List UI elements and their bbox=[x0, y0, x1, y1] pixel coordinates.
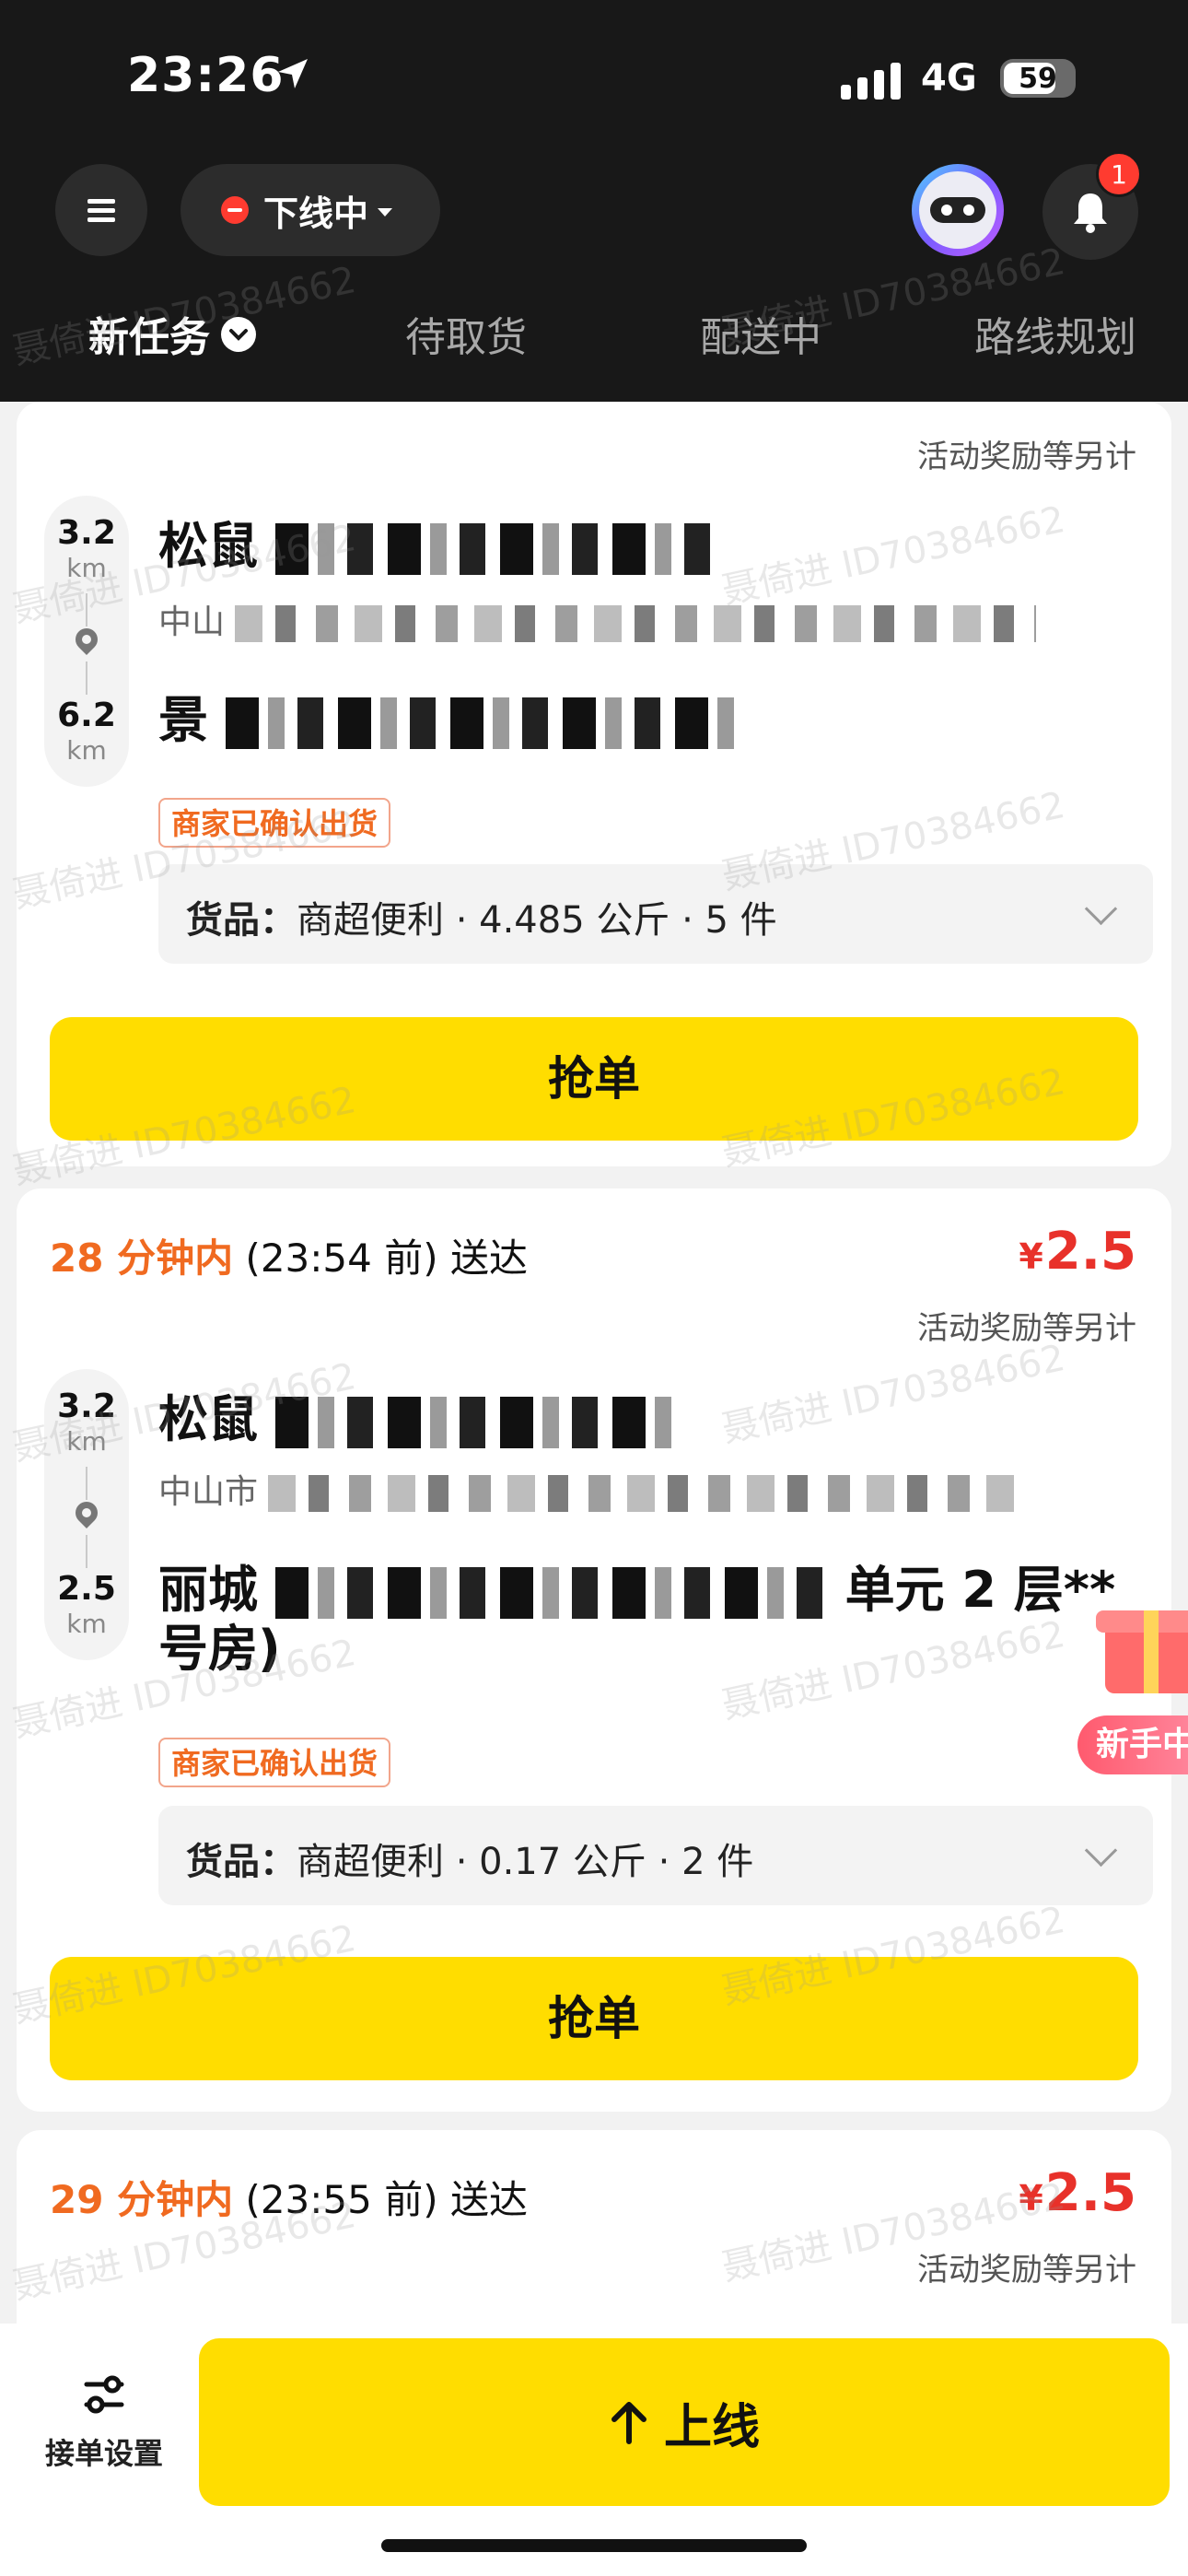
tab-route-planning[interactable]: 路线规划 bbox=[974, 304, 1136, 363]
goods-detail: 商超便利 · 0.17 公斤 · 2 件 bbox=[297, 1841, 754, 1883]
top-header: 23:26 4G 59 下线中 1 新任务 待取货 配送中 路线规划 bbox=[0, 0, 1188, 402]
online-status-dropdown[interactable]: 下线中 bbox=[181, 164, 440, 256]
arrow-up-icon bbox=[611, 2402, 646, 2444]
signal-icon bbox=[841, 63, 901, 100]
goods-detail: 商超便利 · 4.485 公斤 · 5 件 bbox=[297, 899, 777, 942]
dropoff-distance-unit: km bbox=[66, 735, 107, 766]
route-line bbox=[86, 662, 87, 695]
location-pin-icon bbox=[71, 624, 102, 655]
robot-icon bbox=[919, 171, 996, 249]
sliders-icon bbox=[84, 2375, 124, 2414]
goods-label: 货品： bbox=[186, 899, 297, 942]
goods-summary[interactable]: 货品：商超便利 · 4.485 公斤 · 5 件 bbox=[158, 864, 1153, 964]
location-arrow-icon bbox=[278, 59, 308, 88]
location-pin-icon bbox=[71, 1497, 102, 1528]
bonus-note: 活动奖励等另计 bbox=[917, 439, 1136, 475]
go-online-button[interactable]: 上线 bbox=[199, 2338, 1170, 2506]
bottom-action-bar: 接单设置 上线 bbox=[0, 2324, 1188, 2576]
menu-button[interactable] bbox=[55, 164, 147, 256]
caret-down-icon bbox=[378, 207, 393, 217]
notification-badge: 1 bbox=[1096, 151, 1142, 197]
redacted-text bbox=[274, 1567, 828, 1620]
status-time: 23:26 bbox=[127, 48, 285, 103]
pickup-address: 中山 bbox=[158, 595, 1037, 643]
goods-summary[interactable]: 货品：商超便利 · 0.17 公斤 · 2 件 bbox=[158, 1806, 1153, 1905]
goods-label: 货品： bbox=[186, 1841, 297, 1883]
dropoff-name: 景 bbox=[158, 691, 1153, 750]
eta-minutes: 28 分钟内 bbox=[50, 1235, 234, 1281]
hamburger-icon bbox=[87, 194, 115, 227]
newbie-task-badge[interactable]: 新手中 bbox=[1077, 1715, 1188, 1774]
merchant-confirmed-tag: 商家已确认出货 bbox=[158, 1738, 391, 1787]
battery-level: 59 bbox=[1019, 63, 1057, 95]
eta-time: (23:54 前) 送达 bbox=[233, 1235, 528, 1281]
dropoff-distance: 6.2 bbox=[57, 697, 116, 734]
battery-icon: 59 bbox=[1000, 59, 1076, 98]
home-indicator bbox=[381, 2539, 807, 2552]
assistant-avatar-button[interactable] bbox=[912, 164, 1004, 256]
bell-icon bbox=[1074, 193, 1107, 233]
redacted-text bbox=[225, 697, 741, 750]
bonus-note: 活动奖励等另计 bbox=[917, 2252, 1136, 2289]
order-settings-button[interactable]: 接单设置 bbox=[35, 2359, 173, 2471]
delivery-eta: 28 分钟内 (23:54 前) 送达 bbox=[50, 1227, 528, 1283]
redacted-text bbox=[274, 1397, 671, 1449]
go-online-label: 上线 bbox=[663, 2399, 760, 2455]
tab-pending-pickup[interactable]: 待取货 bbox=[405, 304, 527, 363]
gift-icon[interactable] bbox=[1087, 1585, 1188, 1704]
pickup-address: 中山市 bbox=[158, 1465, 1024, 1513]
network-type: 4G bbox=[921, 57, 977, 100]
offline-icon bbox=[221, 196, 249, 224]
order-price: ¥2.5 bbox=[1019, 1222, 1136, 1282]
redacted-text bbox=[235, 605, 1037, 642]
redacted-text bbox=[268, 1475, 1024, 1512]
dropoff-distance-unit: km bbox=[66, 1609, 107, 1639]
order-settings-label: 接单设置 bbox=[44, 2436, 163, 2471]
dropoff-distance: 2.5 bbox=[57, 1570, 116, 1608]
online-status-label: 下线中 bbox=[263, 193, 369, 234]
route-line bbox=[86, 1467, 87, 1500]
pickup-distance: 3.2 bbox=[57, 514, 116, 552]
distance-column: 3.2 km 6.2 km bbox=[44, 496, 129, 787]
route-line bbox=[86, 1535, 87, 1568]
chevron-down-icon bbox=[1084, 1833, 1118, 1868]
chevron-down-icon bbox=[1084, 892, 1118, 926]
